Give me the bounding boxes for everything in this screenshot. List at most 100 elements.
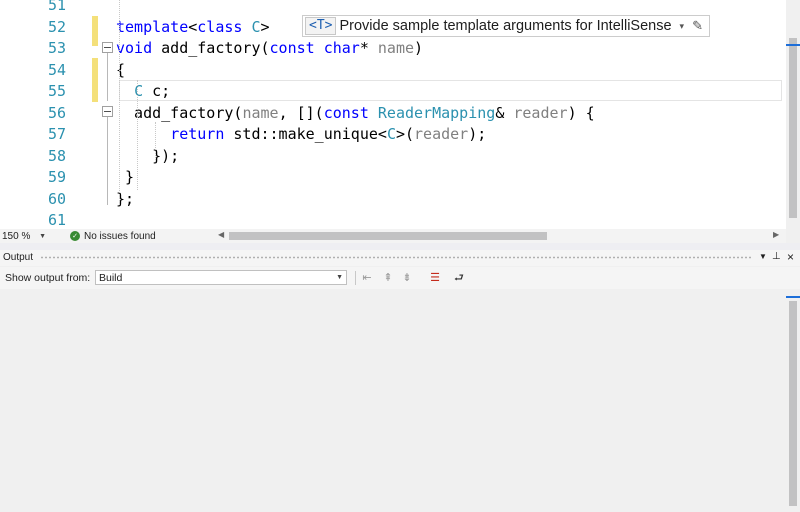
code-line[interactable]: 55 C c; (0, 81, 786, 103)
line-number: 55 (47, 82, 66, 100)
caret-position-marker (786, 296, 800, 298)
editor-vertical-scrollbar[interactable] (786, 0, 800, 229)
code-token: { (116, 60, 126, 79)
code-token: std::make_unique< (224, 125, 387, 143)
line-number: 53 (47, 39, 66, 57)
code-line[interactable]: 53 void add_factory(const char* name) (0, 38, 786, 60)
line-number: 61 (47, 211, 66, 229)
edit-icon[interactable]: ✎ (692, 18, 703, 34)
code-token: , []( (278, 103, 324, 122)
clear-all-icon[interactable]: ☰ (428, 271, 442, 285)
indent-guide (155, 122, 156, 162)
code-token: const (323, 103, 369, 122)
line-number: 52 (47, 17, 66, 36)
code-token: char (323, 39, 360, 57)
go-to-previous-message-icon[interactable]: ⇤ (360, 271, 374, 285)
scrollbar-thumb[interactable] (789, 38, 797, 218)
line-number: 57 (47, 125, 66, 143)
code-text[interactable]: return std::make_unique<C>(reader); (116, 124, 486, 146)
code-token: const (269, 39, 315, 57)
code-token: > (260, 17, 270, 36)
code-token: ); (468, 125, 487, 143)
code-token: add_factory( (116, 103, 243, 122)
code-line[interactable]: 54 { (0, 60, 786, 82)
code-token: < (188, 17, 198, 36)
check-circle-icon: ✓ (70, 231, 80, 241)
code-line[interactable]: 58 }); (0, 146, 786, 168)
template-hint-bar[interactable]: <T> Provide sample template arguments fo… (302, 15, 710, 37)
template-icon: <T> (305, 17, 337, 35)
code-token: void (116, 39, 153, 57)
code-token: C (386, 125, 396, 143)
code-line[interactable]: 57 return std::make_unique<C>(reader); (0, 124, 786, 146)
panel-splitter[interactable] (0, 243, 800, 250)
caret-position-marker (786, 44, 800, 46)
code-token: name (377, 39, 415, 57)
issues-indicator[interactable]: ✓ No issues found (70, 230, 156, 242)
toggle-word-wrap-icon[interactable]: ⮐ (452, 271, 466, 285)
code-token: >( (395, 125, 415, 143)
chevron-down-icon: ▼ (39, 232, 46, 240)
code-token: ReaderMapping (377, 103, 496, 122)
scroll-right-icon[interactable]: ▶ (773, 230, 779, 239)
toolbar-separator (355, 271, 356, 285)
zoom-dropdown[interactable]: 150 % ▼ (2, 230, 48, 242)
show-output-from-label: Show output from: (5, 272, 91, 284)
code-token: add_factory( (152, 39, 270, 57)
code-token: * (359, 39, 378, 57)
code-line[interactable]: 60}; (0, 189, 786, 211)
code-token: name (242, 103, 279, 122)
code-token: reader (513, 103, 568, 122)
code-text[interactable]: void add_factory(const char* name) (116, 38, 423, 60)
output-source-select[interactable]: Build ▼ (95, 270, 347, 285)
code-token: & (495, 103, 514, 122)
scroll-left-icon[interactable]: ◀ (218, 230, 224, 239)
output-toolbar: Show output from: Build ▼ ⇤ ⇞ ⇟ ☰ ⮐ (0, 267, 800, 289)
drag-grip[interactable] (40, 256, 752, 259)
template-hint-text[interactable]: Provide sample template arguments for In… (339, 18, 671, 34)
code-token: C (134, 82, 144, 100)
editor-status-row: 150 % ▼ ✓ No issues found ◀ ▶ (0, 229, 786, 243)
horizontal-scrollbar-thumb[interactable] (229, 232, 547, 240)
code-text[interactable]: add_factory(name, [](const ReaderMapping… (116, 103, 595, 125)
pin-icon[interactable]: ⊥ (772, 251, 781, 262)
indent-guide (137, 80, 138, 190)
code-text[interactable]: C c; (116, 81, 170, 103)
go-to-last-message-icon[interactable]: ⇟ (400, 271, 414, 285)
code-token: C (251, 17, 261, 36)
code-token: return (170, 125, 225, 143)
code-token: ) { (567, 103, 595, 122)
line-number: 54 (47, 60, 66, 79)
close-icon[interactable]: × (787, 250, 794, 264)
code-token: template (116, 17, 189, 36)
code-text[interactable]: template<class C> (116, 17, 270, 39)
line-number: 58 (47, 146, 66, 165)
code-line[interactable]: 59 } (0, 167, 786, 189)
chevron-down-icon: ▼ (336, 274, 343, 281)
line-number: 60 (47, 189, 66, 208)
window-position-dropdown-icon[interactable]: ▼ (759, 252, 767, 261)
go-to-next-message-icon[interactable]: ⇞ (381, 271, 395, 285)
output-vertical-scrollbar[interactable] (786, 289, 800, 512)
line-number: 56 (47, 103, 66, 122)
code-text[interactable]: }); (116, 146, 179, 168)
chevron-down-icon[interactable]: ▾ (680, 21, 685, 32)
issues-text: No issues found (84, 230, 156, 242)
code-token: ) (414, 39, 424, 57)
line-number: 51 (47, 0, 66, 14)
code-token: c; (143, 82, 171, 100)
code-editor[interactable]: 51 52 template<class C> 53 void add_factory(… (0, 0, 786, 229)
output-title: Output (3, 252, 34, 263)
output-source-value: Build (99, 271, 123, 284)
scrollbar-thumb[interactable] (789, 301, 797, 506)
code-token: class (197, 17, 243, 36)
code-line[interactable]: 61 (0, 210, 786, 229)
output-text-area[interactable] (0, 289, 786, 512)
code-token: reader (414, 125, 469, 143)
line-number: 59 (47, 168, 66, 186)
output-panel-header: Output ▼ ⊥ × (0, 250, 800, 266)
code-text[interactable]: { (116, 60, 125, 82)
code-line[interactable]: 56 add_factory(name, [](const ReaderMapp… (0, 103, 786, 125)
